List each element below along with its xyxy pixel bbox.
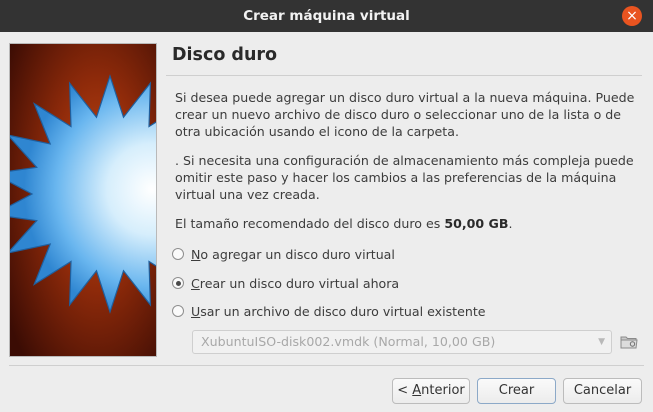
radio-no-disk[interactable]: No agregar un disco duro virtual [172,245,395,263]
heading-divider [166,75,642,76]
cancel-button[interactable]: Cancelar [563,378,642,404]
back-button[interactable]: < Anterior [392,378,470,404]
radio-indicator[interactable] [172,305,184,317]
wizard-side-image [9,43,157,357]
intro-text: Si desea puede agregar un disco duro vir… [175,90,635,139]
recommended-prefix: El tamaño recomendado del disco duro es [175,216,445,231]
folder-icon [620,336,638,349]
radio-create-disk[interactable]: Crear un disco duro virtual ahora [172,274,399,292]
recommended-size: 50,00 GB [444,216,509,231]
footer-divider [9,365,644,366]
recommended-size-text: El tamaño recomendado del disco duro es … [175,215,645,232]
existing-disk-select[interactable]: XubuntuISO-disk002.vmdk (Normal, 10,00 G… [192,330,612,354]
radio-existing-disk[interactable]: Usar un archivo de disco duro virtual ex… [172,302,486,320]
window-title: Crear máquina virtual [243,8,410,24]
radio-no-disk-label: No agregar un disco duro virtual [191,246,395,262]
radio-indicator[interactable] [172,277,184,289]
choose-disk-folder-button[interactable] [620,333,638,350]
create-button[interactable]: Crear [477,378,556,404]
chevron-down-icon: ▼ [598,337,605,347]
radio-indicator[interactable] [172,248,184,260]
radio-create-disk-label: Crear un disco duro virtual ahora [191,275,400,291]
close-button[interactable]: × [622,6,642,26]
page-heading: Disco duro [172,45,278,65]
recommended-suffix: . [508,216,513,231]
title-bar: Crear máquina virtual × [0,0,653,32]
radio-existing-disk-label: Usar un archivo de disco duro virtual ex… [191,303,486,319]
advanced-storage-text: . Si necesita una configuración de almac… [175,153,634,202]
existing-disk-value: XubuntuISO-disk002.vmdk (Normal, 10,00 G… [201,334,496,349]
starburst-illustration [10,44,156,356]
